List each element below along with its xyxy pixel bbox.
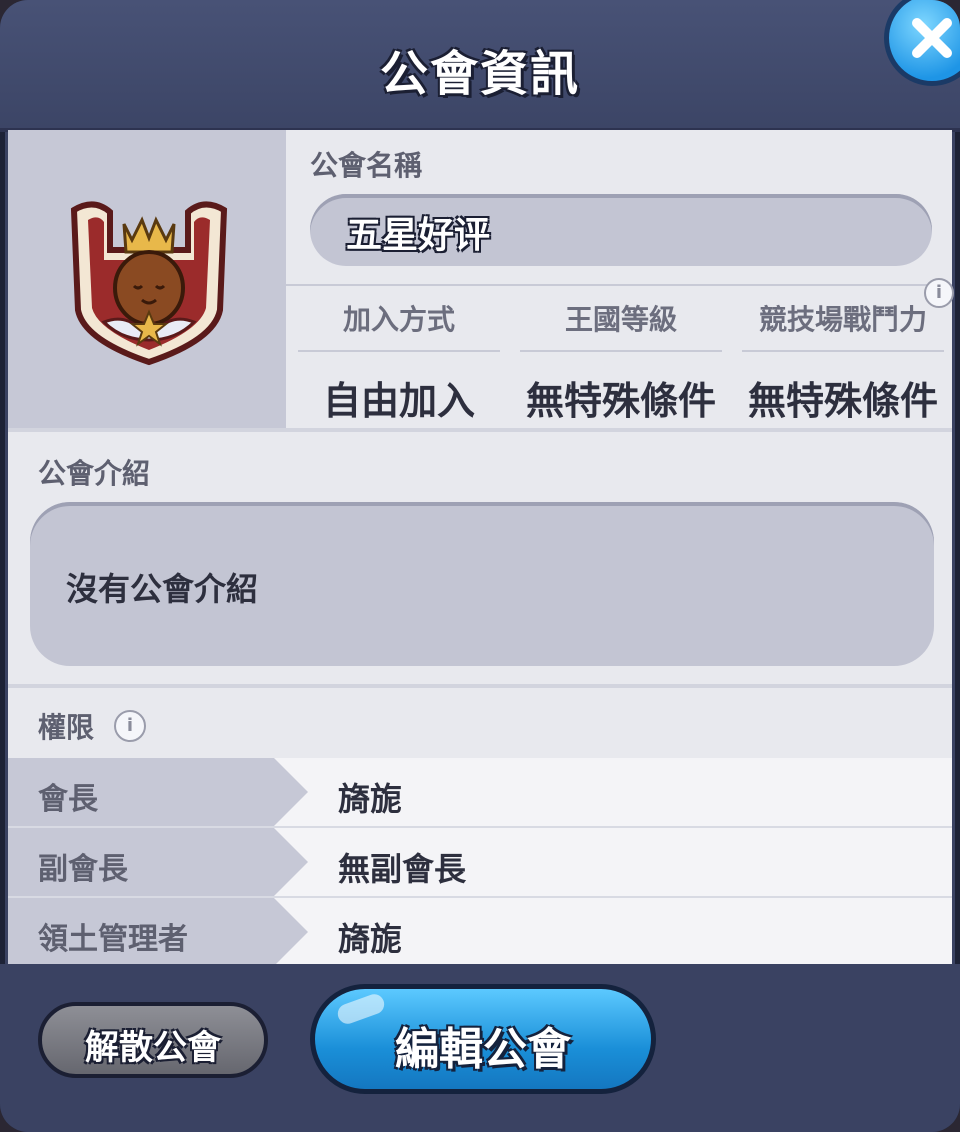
join-method-value: 自由加入 [322,379,475,423]
guild-name-field: 五星好评 [310,194,932,266]
dialog-header: 公會資訊 [0,0,960,132]
dialog-body: 公會名稱 五星好评 加入方式 自由加入 王國等級 無特殊條件 競技場戰鬥力 無特… [8,130,954,966]
permission-holder: 無副會長 [338,850,467,888]
dialog-title: 公會資訊 [379,46,580,102]
permissions-label: 權限 [38,711,95,744]
guild-name-value: 五星好评 [346,215,491,256]
permission-row-vice-leader: 副會長 無副會長 [8,828,952,896]
section-divider [8,684,952,688]
arena-power-value: 無特殊條件 [747,379,938,423]
info-icon[interactable]: i [114,710,146,742]
divider [520,350,722,352]
guild-name-label: 公會名稱 [310,149,423,182]
guild-intro-box: 沒有公會介紹 [30,502,934,666]
join-method-stat: 加入方式 自由加入 [298,286,500,428]
permission-role: 副會長 [38,852,128,887]
guild-info-dialog: 公會資訊 公會名稱 五星好评 加入方式 自由加入 王國等級 無特殊條件 競技場戰… [0,0,960,1132]
section-divider [8,428,952,432]
disband-guild-button[interactable]: 解散公會 [38,1002,268,1078]
arrow-shape [274,758,308,826]
guild-intro-label: 公會介紹 [38,457,151,490]
permission-role: 領土管理者 [38,922,188,957]
divider [742,350,944,352]
permission-row-leader: 會長 旖旎 [8,758,952,826]
info-icon[interactable]: i [924,278,954,308]
arrow-shape [274,828,308,896]
kingdom-level-stat: 王國等級 無特殊條件 [520,286,722,428]
guild-intro-text: 沒有公會介紹 [66,570,259,608]
permission-role: 會長 [38,782,98,817]
permission-holder: 旖旎 [338,780,403,818]
arena-power-label: 競技場戰鬥力 [758,303,927,336]
join-method-label: 加入方式 [342,303,455,336]
permission-holder: 旖旎 [338,920,403,958]
kingdom-level-label: 王國等級 [564,303,677,336]
divider [298,350,500,352]
kingdom-level-value: 無特殊條件 [525,379,716,423]
edit-guild-button[interactable]: 編輯公會 [310,984,656,1094]
guild-emblem-panel [8,130,286,428]
edit-guild-label: 編輯公會 [395,1024,571,1075]
disband-guild-label: 解散公會 [85,1028,221,1068]
arrow-shape [274,898,308,966]
close-icon [912,18,952,58]
arena-power-stat: 競技場戰鬥力 無特殊條件 [742,286,944,428]
guild-emblem-icon [70,201,228,366]
permission-row-territory-manager: 領土管理者 旖旎 [8,898,952,966]
